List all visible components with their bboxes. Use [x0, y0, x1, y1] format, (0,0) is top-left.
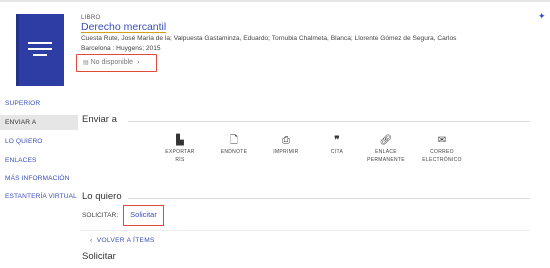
book-cover-icon: [16, 14, 64, 86]
top-divider: [0, 0, 550, 2]
availability-label: No disponible: [90, 59, 134, 66]
authors-line: Cuesta Rute, José María de la; Valpuesta…: [81, 35, 457, 42]
book-status-icon: ▤: [83, 60, 89, 66]
chevron-left-icon: ‹: [90, 237, 97, 244]
request-title: Solicitar: [82, 251, 116, 262]
endnote-button[interactable]: 🗋 ENDNOTE: [204, 135, 264, 155]
document-icon: 🗋: [229, 135, 239, 146]
solicitar-button[interactable]: Solicitar: [123, 205, 164, 226]
back-to-items-link[interactable]: ‹ VOLVER A ÍTEMS: [90, 237, 155, 244]
lo-quiero-divider: [128, 198, 530, 199]
sidebar-item-estanteria-virtual[interactable]: ESTANTERÍA VIRTUAL: [0, 189, 78, 204]
sidebar-item-enlaces[interactable]: ENLACES: [0, 153, 78, 168]
send-to-divider: [128, 121, 530, 122]
back-to-items-label: VOLVER A ÍTEMS: [96, 237, 155, 244]
sidebar-item-lo-quiero[interactable]: LO QUIERO: [0, 134, 78, 149]
record-title-link[interactable]: Derecho mercantil: [81, 21, 166, 33]
sidebar-item-mas-informacion[interactable]: MÁS INFORMACIÓN: [0, 171, 78, 186]
chevron-right-icon: ›: [135, 59, 140, 66]
export-ris-button[interactable]: ▙ EXPORTAR RIS: [150, 135, 210, 163]
sidebar-item-superior[interactable]: SUPERIOR: [0, 96, 78, 111]
sidebar-item-enviar-a[interactable]: ENVIAR A: [0, 115, 78, 130]
record-authors: Cuesta Rute, José María de la; Valpuesta…: [81, 34, 521, 54]
availability-status-button[interactable]: ▤ No disponible ›: [76, 54, 157, 72]
file-export-icon: ▙: [176, 135, 184, 146]
send-to-heading: Enviar a: [82, 114, 117, 125]
email-icon: ✉: [437, 135, 447, 146]
link-icon: 🔗︎: [379, 135, 393, 146]
email-button[interactable]: ✉ CORREO ELECTRÓNICO: [412, 135, 472, 163]
send-to-actions: ▙ EXPORTAR RIS 🗋 ENDNOTE ⎙ IMPRIMIR ❞ CI…: [148, 135, 478, 167]
publisher-line: Barcelona : Huygens; 2015: [81, 45, 161, 52]
solicitar-label: SOLICITAR:: [82, 212, 119, 219]
request-divider: [80, 230, 530, 231]
lo-quiero-heading: Lo quiero: [82, 191, 122, 202]
permalink-button[interactable]: 🔗︎ ENLACE PERMANENTE: [356, 135, 416, 163]
pin-icon[interactable]: ✦: [538, 11, 546, 22]
